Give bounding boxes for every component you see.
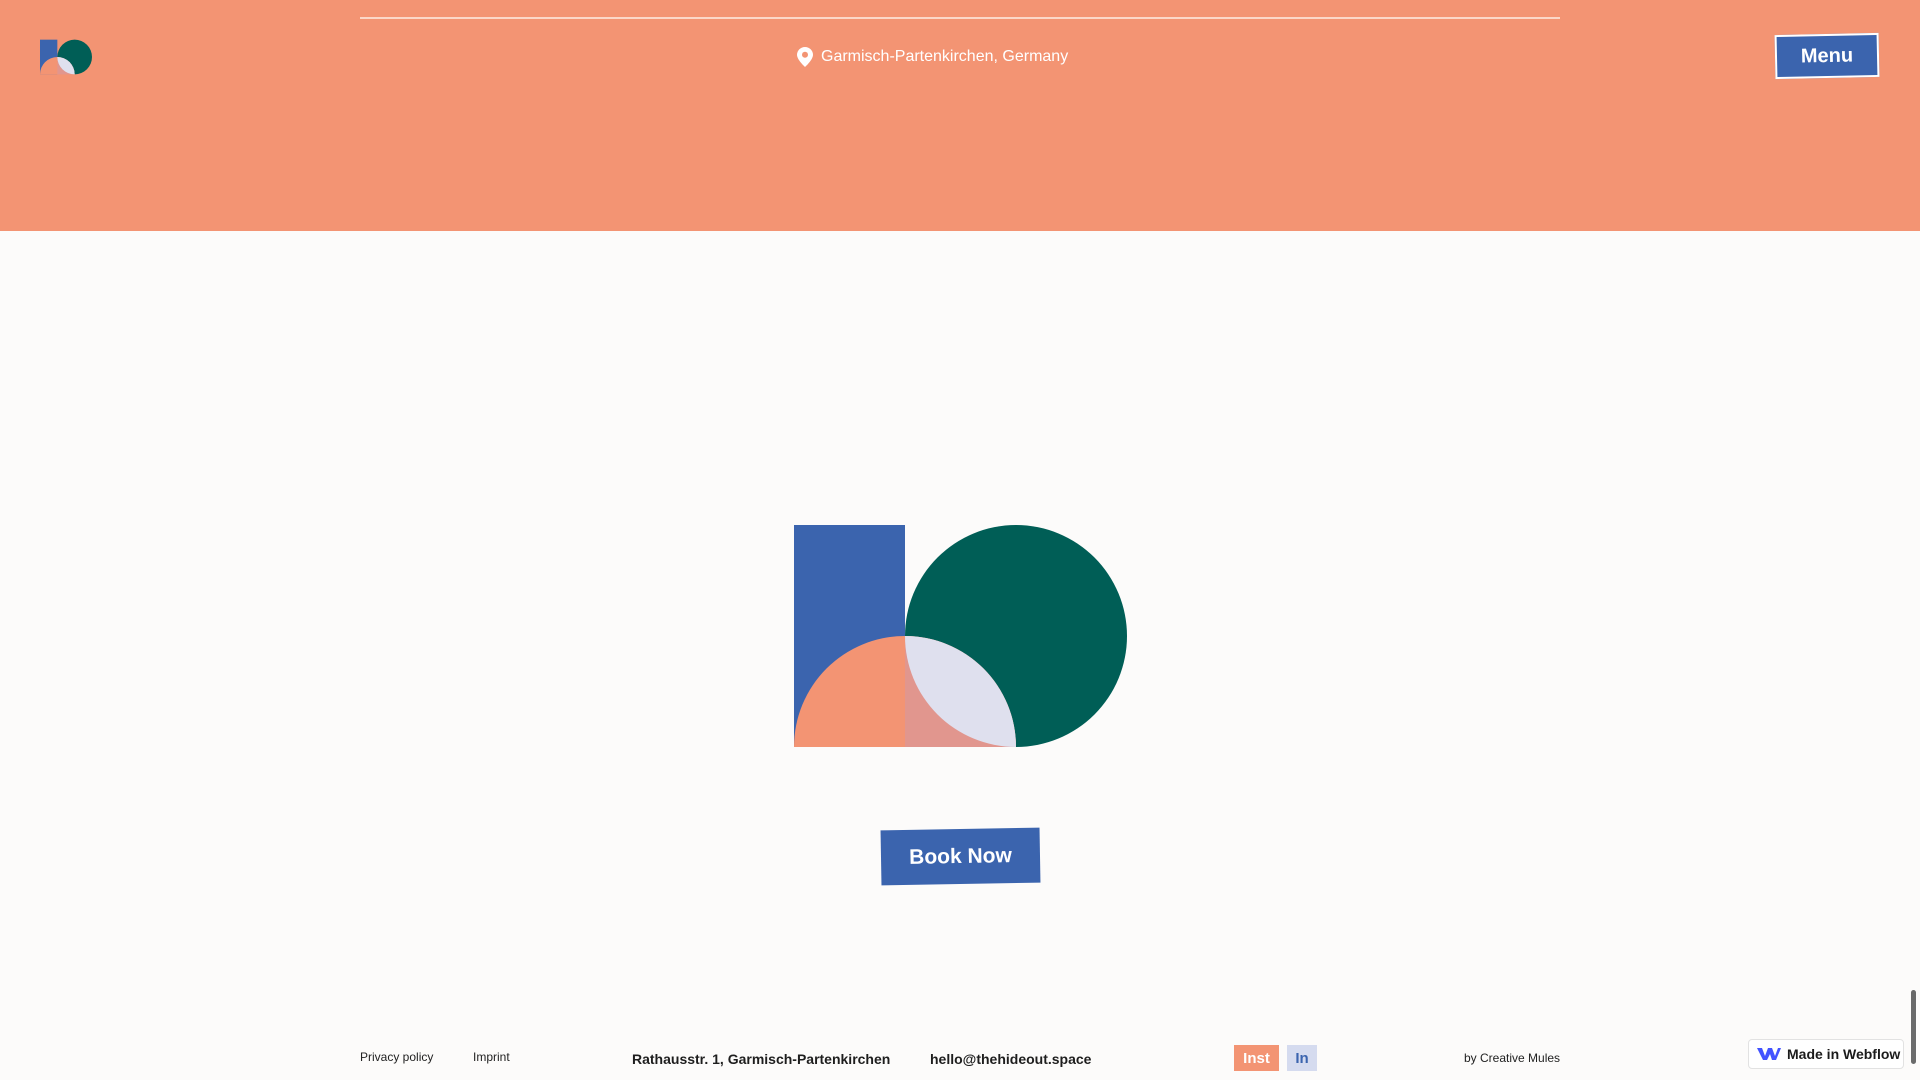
instagram-link[interactable]: Inst bbox=[1234, 1045, 1279, 1071]
webflow-badge-label: Made in Webflow bbox=[1787, 1046, 1901, 1062]
footer-email[interactable]: hello@thehideout.space bbox=[930, 1051, 1091, 1067]
map-pin-icon bbox=[797, 47, 813, 67]
imprint-link[interactable]: Imprint bbox=[473, 1050, 510, 1064]
webflow-icon bbox=[1757, 1048, 1781, 1060]
hideout-logo-icon[interactable] bbox=[40, 39, 92, 75]
scrollbar-thumb[interactable] bbox=[1911, 990, 1916, 1064]
linkedin-link[interactable]: In bbox=[1287, 1045, 1317, 1071]
location: Garmisch-Partenkirchen, Germany bbox=[797, 46, 1068, 68]
book-now-button[interactable]: Book Now bbox=[880, 827, 1041, 886]
menu-button[interactable]: Menu bbox=[1774, 32, 1880, 80]
location-text: Garmisch-Partenkirchen, Germany bbox=[821, 48, 1069, 65]
privacy-policy-link[interactable]: Privacy policy bbox=[360, 1050, 433, 1064]
footer-credit[interactable]: by Creative Mules bbox=[1464, 1051, 1560, 1065]
hideout-logo-icon bbox=[794, 525, 1127, 747]
site-header: Garmisch-Partenkirchen, Germany Menu bbox=[0, 0, 1920, 231]
made-in-webflow-badge[interactable]: Made in Webflow bbox=[1748, 1039, 1904, 1069]
footer-address: Rathausstr. 1, Garmisch-Partenkirchen bbox=[632, 1051, 891, 1067]
header-divider bbox=[360, 17, 1560, 19]
